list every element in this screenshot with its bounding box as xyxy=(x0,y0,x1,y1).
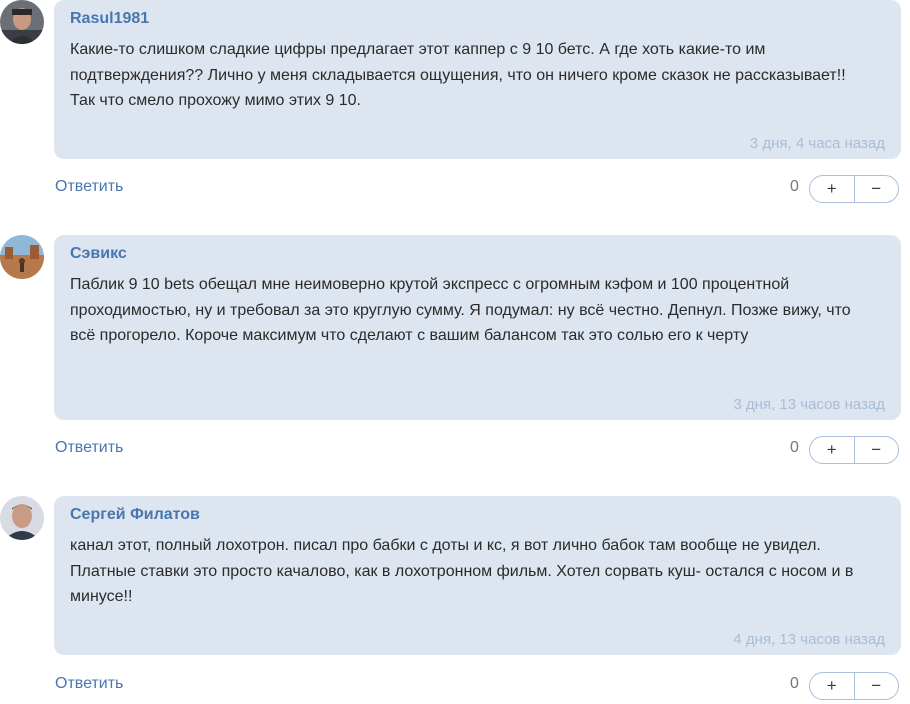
vote-controls: + − xyxy=(809,175,899,203)
comment-timestamp: 4 дня, 13 часов назад xyxy=(733,631,885,648)
comment-bubble: Rasul1981 Какие-то слишком сладкие цифры… xyxy=(54,0,901,159)
vote-controls: + − xyxy=(809,672,899,700)
downvote-button[interactable]: − xyxy=(855,176,899,202)
vote-score: 0 xyxy=(790,675,799,692)
comment-author[interactable]: Rasul1981 xyxy=(70,10,149,28)
vote-score: 0 xyxy=(790,439,799,456)
comment-bubble: Сергей Филатов канал этот, полный лохотр… xyxy=(54,496,901,655)
reply-button[interactable]: Ответить xyxy=(55,675,123,693)
comment-bubble: Сэвикс Паблик 9 10 bets обещал мне неимо… xyxy=(54,235,901,420)
avatar[interactable] xyxy=(0,0,44,44)
comment-author[interactable]: Сэвикс xyxy=(70,245,127,263)
upvote-button[interactable]: + xyxy=(810,176,855,202)
avatar[interactable] xyxy=(0,235,44,279)
downvote-button[interactable]: − xyxy=(855,673,899,699)
comment-text: канал этот, полный лохотрон. писал про б… xyxy=(70,537,854,605)
upvote-button[interactable]: + xyxy=(810,673,855,699)
comment-text: Какие-то слишком сладкие цифры предлагае… xyxy=(70,41,846,109)
comment-author[interactable]: Сергей Филатов xyxy=(70,506,200,524)
downvote-button[interactable]: − xyxy=(855,437,899,463)
comment-timestamp: 3 дня, 13 часов назад xyxy=(733,396,885,413)
vote-score: 0 xyxy=(790,178,799,195)
comment-timestamp: 3 дня, 4 часа назад xyxy=(749,135,885,152)
reply-button[interactable]: Ответить xyxy=(55,439,123,457)
upvote-button[interactable]: + xyxy=(810,437,855,463)
avatar[interactable] xyxy=(0,496,44,540)
reply-button[interactable]: Ответить xyxy=(55,178,123,196)
comment-text: Паблик 9 10 bets обещал мне неимоверно к… xyxy=(70,276,851,344)
vote-controls: + − xyxy=(809,436,899,464)
